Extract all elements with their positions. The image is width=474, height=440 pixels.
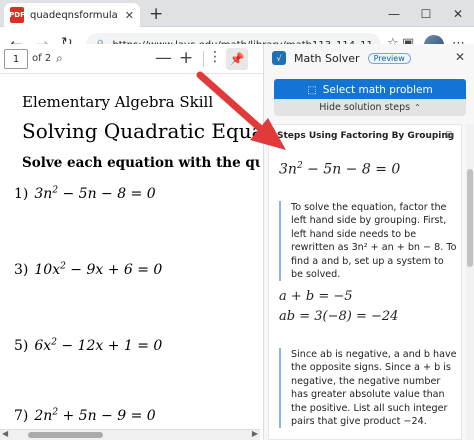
- scroll-right-icon[interactable]: ▶: [252, 429, 258, 438]
- page-number-input[interactable]: 1: [4, 49, 28, 69]
- pdf-icon: PDF: [9, 7, 25, 23]
- tab-bar: PDF quadeqnsformula ✕ + — ☐ ✕: [0, 0, 474, 27]
- window-controls: — ☐ ✕: [378, 0, 474, 27]
- zoom-in-button[interactable]: +: [179, 48, 193, 68]
- problem-item: 1) 3n2 − 5n − 8 = 0: [14, 185, 156, 202]
- select-button-label: Select math problem: [322, 84, 433, 96]
- open-external-icon[interactable]: ⧉: [446, 130, 453, 141]
- explanation-step: To solve the equation, factor the left h…: [279, 201, 457, 282]
- scroll-left-icon[interactable]: ◀: [2, 429, 8, 438]
- new-tab-button[interactable]: +: [149, 4, 163, 24]
- chevron-up-icon: ⌃: [414, 103, 421, 112]
- hide-solution-steps-button[interactable]: Hide solution steps ⌃: [274, 99, 466, 116]
- problem-item: 5) 6x2 − 12x + 1 = 0: [14, 337, 163, 354]
- preview-badge: Preview: [367, 52, 411, 64]
- close-icon[interactable]: ✕: [455, 50, 465, 64]
- system-equation: a + b = −5: [279, 289, 353, 304]
- document-subtitle: Elementary Algebra Skill: [22, 93, 214, 111]
- tab-title: quadeqnsformula: [30, 9, 118, 21]
- system-equation: ab = 3(−8) = −24: [279, 309, 399, 324]
- pin-icon[interactable]: 📌: [226, 48, 248, 70]
- main-equation: 3n2 − 5n − 8 = 0: [279, 161, 401, 178]
- hide-steps-label: Hide solution steps: [319, 102, 411, 113]
- minimize-button[interactable]: —: [378, 0, 410, 27]
- problem-item: 7) 2n2 + 5n − 9 = 0: [14, 407, 156, 424]
- math-solver-panel: √ Math Solver Preview ✕ ⬚ Select math pr…: [263, 44, 474, 440]
- search-icon[interactable]: ⌕: [56, 51, 63, 66]
- math-solver-logo-icon: √: [272, 51, 286, 65]
- close-tab-icon[interactable]: ✕: [125, 9, 134, 22]
- solution-steps-card: Steps Using Factoring By Grouping ⧉ 3n2 …: [268, 124, 462, 440]
- pdf-more-icon[interactable]: ⋮: [208, 49, 222, 65]
- pdf-document: Elementary Algebra Skill Solving Quadrat…: [0, 75, 260, 430]
- select-area-icon: ⬚: [307, 84, 317, 96]
- browser-tab[interactable]: PDF quadeqnsformula ✕: [4, 3, 140, 27]
- solver-header: √ Math Solver Preview ✕: [264, 44, 474, 72]
- toolbar-divider: [203, 51, 204, 67]
- pdf-toolbar: 1 of 2 ⌕ — + ⋮ 📌: [0, 44, 264, 74]
- problem-item: 3) 10x2 − 9x + 6 = 0: [14, 261, 163, 278]
- close-window-button[interactable]: ✕: [442, 0, 474, 27]
- page-count: of 2: [32, 53, 52, 64]
- scrollbar-thumb[interactable]: [467, 169, 473, 267]
- vertical-scrollbar[interactable]: [466, 124, 474, 440]
- zoom-out-button[interactable]: —: [155, 48, 172, 68]
- scrollbar-thumb[interactable]: [28, 432, 103, 438]
- steps-title: Steps Using Factoring By Grouping: [277, 131, 455, 141]
- document-title: Solving Quadratic Equations U: [22, 119, 260, 143]
- explanation-step: Since ab is negative, a and b have the o…: [279, 348, 457, 429]
- select-math-problem-button[interactable]: ⬚ Select math problem: [274, 79, 466, 101]
- solver-title: Math Solver: [294, 51, 360, 65]
- horizontal-scrollbar[interactable]: ◀ ▶: [0, 429, 260, 440]
- maximize-button[interactable]: ☐: [410, 0, 442, 27]
- document-instruction: Solve each equation with the quadratic: [22, 155, 260, 171]
